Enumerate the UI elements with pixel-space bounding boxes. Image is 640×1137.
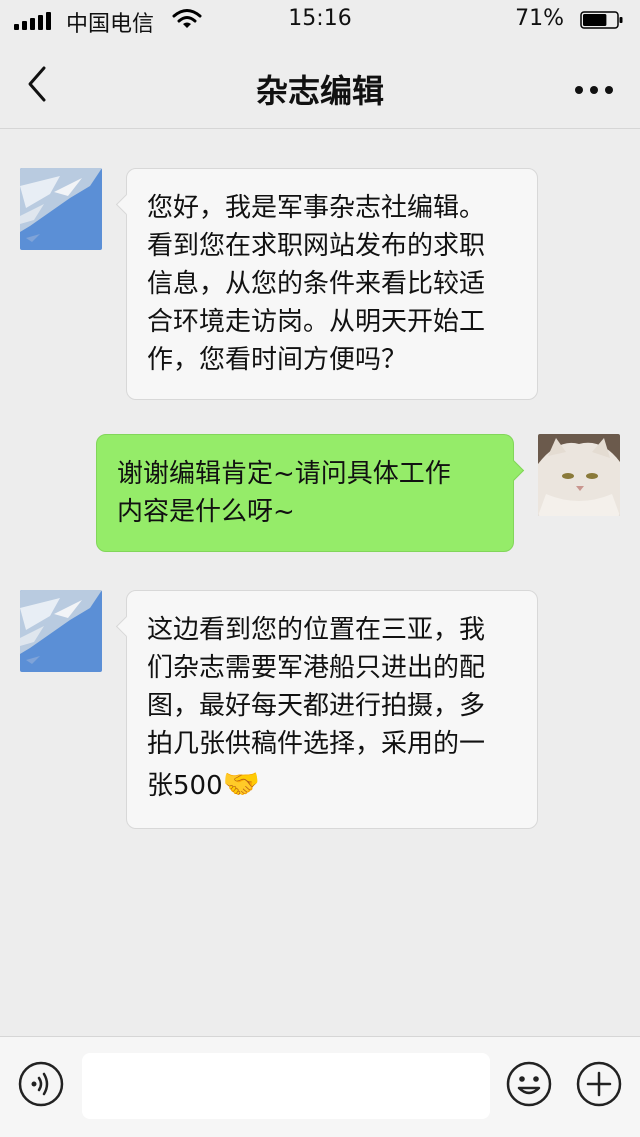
input-bar	[0, 1036, 640, 1137]
message-line-last: 张500🤝	[147, 763, 517, 808]
message-line: 看到您在求职网站发布的求职	[147, 231, 486, 261]
bubble-tail	[115, 193, 138, 216]
message-line: 图，最好每天都进行拍摄，多	[147, 691, 486, 721]
message-line: 内容是什么呀~	[117, 497, 295, 527]
chat-title: 杂志编辑	[255, 72, 384, 110]
message-line: 信息，从您的条件来看比较适	[147, 269, 486, 299]
message-line: 您好，我是军事杂志社编辑。	[147, 193, 486, 223]
nav-bar: 杂志编辑	[0, 40, 640, 129]
message-bubble-incoming[interactable]: 这边看到您的位置在三亚，我 们杂志需要军港船只进出的配 图，最好每天都进行拍摄，…	[115, 590, 538, 829]
message-line: 这边看到您的位置在三亚，我	[147, 615, 486, 645]
battery-icon	[580, 10, 624, 29]
message-line: 们杂志需要军港船只进出的配	[147, 653, 486, 683]
handshake-emoji: 🤝	[222, 767, 260, 802]
status-bar: 中国电信 15:16 71%	[0, 0, 640, 40]
message-line: 作，您看时间方便吗？	[147, 345, 408, 375]
editor-avatar[interactable]	[20, 590, 102, 672]
message-bubble-outgoing[interactable]: 谢谢编辑肯定~请问具体工作 内容是什么呀~	[96, 434, 525, 552]
message-bubble-incoming[interactable]: 您好，我是军事杂志社编辑。 看到您在求职网站发布的求职 信息，从您的条件来看比较…	[115, 168, 538, 400]
voice-icon[interactable]	[18, 1061, 64, 1111]
user-avatar[interactable]	[538, 434, 620, 516]
bubble-tail	[502, 459, 525, 482]
message-line: 合环境走访岗。从明天开始工	[147, 307, 486, 337]
battery-percent: 71%	[515, 6, 564, 31]
plus-icon[interactable]	[576, 1061, 622, 1111]
message-line: 张500	[147, 771, 223, 801]
message-line: 谢谢编辑肯定~请问具体工作	[117, 459, 451, 489]
emoji-icon[interactable]	[506, 1061, 552, 1111]
bubble-tail	[115, 615, 138, 638]
message-line: 拍几张供稿件选择，采用的一	[147, 729, 486, 759]
editor-avatar[interactable]	[20, 168, 102, 250]
more-dots-icon[interactable]	[574, 80, 614, 99]
message-input[interactable]	[82, 1053, 490, 1119]
